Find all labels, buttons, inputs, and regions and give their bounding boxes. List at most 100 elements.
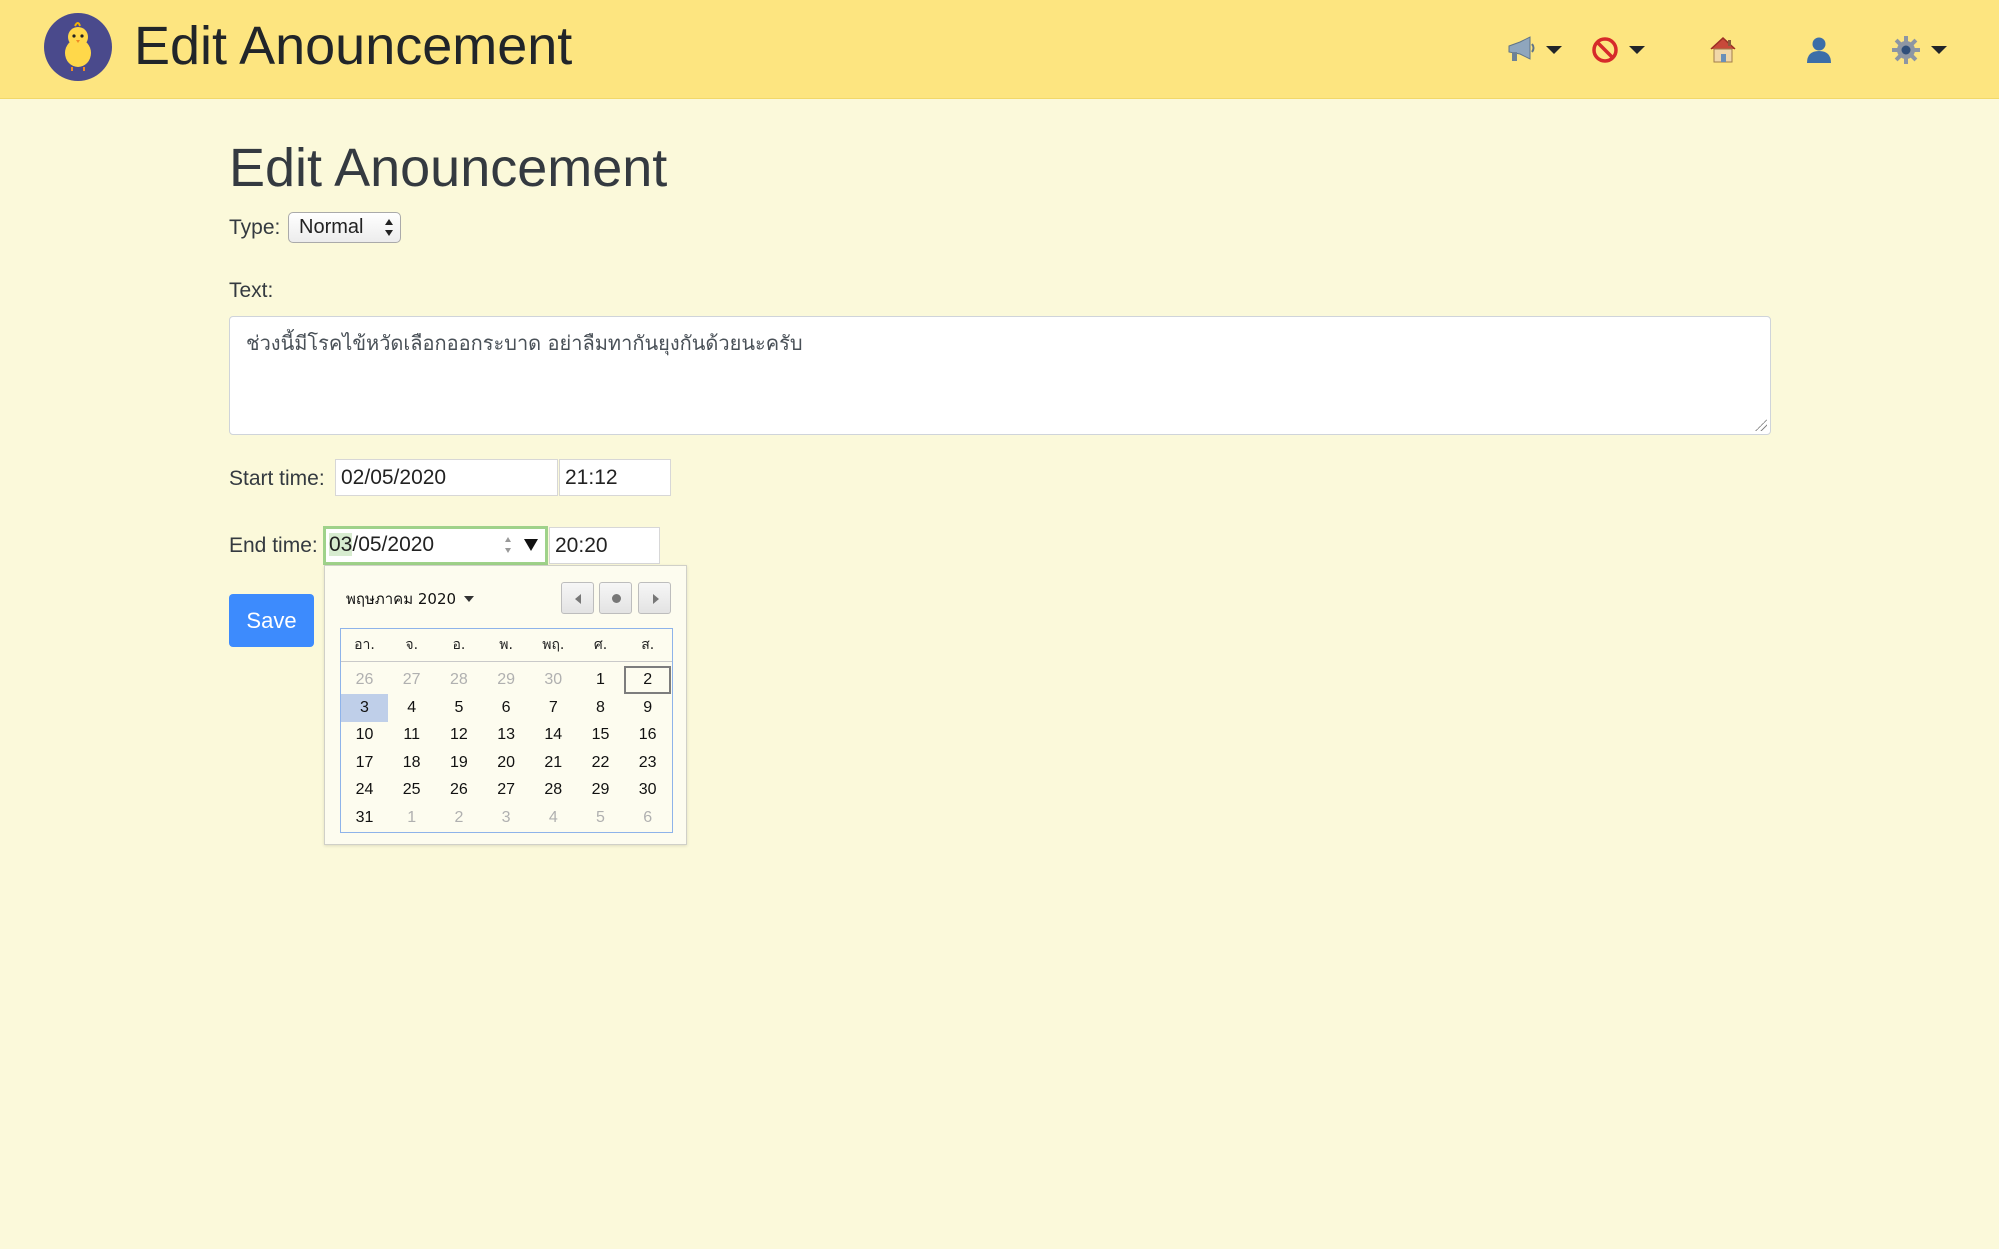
announcement-textarea[interactable]: ช่วงนี้มีโรคไข้หวัดเลือกออกระบาด อย่าลืม… <box>229 316 1771 435</box>
calendar-day[interactable]: 26 <box>341 666 388 694</box>
calendar-day-today[interactable]: 2 <box>624 666 672 694</box>
chevron-down-icon <box>1931 46 1947 54</box>
weekday-label: ศ. <box>593 637 608 653</box>
end-date-rest: /05/2020 <box>352 533 435 556</box>
calendar-day[interactable]: 16 <box>624 721 671 749</box>
weekday-header: อา. จ. อ. พ. พฤ. ศ. ส. <box>341 629 672 662</box>
start-time-value: 21:12 <box>565 466 618 489</box>
calendar-day[interactable]: 2 <box>435 804 482 832</box>
type-select[interactable]: Normal <box>288 212 401 243</box>
calendar-day[interactable]: 17 <box>341 749 388 777</box>
weekday-label: จ. <box>405 637 419 653</box>
month-year-label: พฤษภาคม 2020 <box>346 590 457 608</box>
calendar-day[interactable]: 13 <box>483 721 530 749</box>
calendar-day[interactable]: 23 <box>624 749 671 777</box>
calendar-day[interactable]: 3 <box>483 804 530 832</box>
settings-icon <box>1891 35 1921 65</box>
calendar-day[interactable]: 9 <box>624 694 671 722</box>
calendar-day[interactable]: 5 <box>435 694 482 722</box>
calendar-day[interactable]: 31 <box>341 804 388 832</box>
start-time-input[interactable]: 21:12 <box>559 459 671 496</box>
chevron-left-icon <box>575 594 581 604</box>
calendar-day[interactable]: 4 <box>388 694 435 722</box>
type-label: Type: <box>229 216 281 239</box>
next-month-button[interactable] <box>638 582 671 614</box>
calendar-day[interactable]: 28 <box>435 666 482 694</box>
settings-menu[interactable] <box>1891 30 1947 70</box>
calendar-day[interactable]: 15 <box>577 721 624 749</box>
calendar-day[interactable]: 1 <box>577 666 624 694</box>
weekday-label: พ. <box>499 637 513 653</box>
text-label: Text: <box>229 279 274 302</box>
chick-logo-icon[interactable] <box>44 13 112 81</box>
start-date-value: 02/05/2020 <box>341 466 447 489</box>
announcement-icon <box>1506 36 1536 64</box>
start-date-input[interactable]: 02/05/2020 <box>335 459 558 496</box>
calendar-day[interactable]: 5 <box>577 804 624 832</box>
dropdown-arrow-icon[interactable] <box>524 539 538 551</box>
page-title: Edit Anouncement <box>229 138 668 198</box>
calendar-day[interactable]: 30 <box>530 666 577 694</box>
calendar-day[interactable]: 12 <box>435 721 482 749</box>
calendar-day[interactable]: 6 <box>483 694 530 722</box>
calendar-day[interactable]: 30 <box>624 776 671 804</box>
calendar-day[interactable]: 10 <box>341 721 388 749</box>
calendar-day[interactable]: 19 <box>435 749 482 777</box>
month-year-selector[interactable]: พฤษภาคม 2020 <box>346 589 475 609</box>
chevron-down-icon <box>464 596 475 602</box>
calendar-day[interactable]: 1 <box>388 804 435 832</box>
calendar-day[interactable]: 18 <box>388 749 435 777</box>
calendar-day[interactable]: 14 <box>530 721 577 749</box>
calendar-day[interactable]: 28 <box>530 776 577 804</box>
date-picker-popup: พฤษภาคม 2020 อา. จ. อ. พ. พฤ. ศ. ส. 26 27 28 29 30… <box>324 565 687 845</box>
calendar-day[interactable]: 27 <box>483 776 530 804</box>
prev-month-button[interactable] <box>561 582 594 614</box>
blocked-menu[interactable] <box>1591 30 1645 70</box>
chevron-down-icon <box>1546 46 1562 54</box>
weekday-label: อา. <box>354 637 375 653</box>
profile-link[interactable] <box>1804 30 1834 70</box>
calendar-day[interactable]: 7 <box>530 694 577 722</box>
calendar-day[interactable]: 21 <box>530 749 577 777</box>
spinner-icon[interactable] <box>505 537 513 553</box>
announcement-text: ช่วงนี้มีโรคไข้หวัดเลือกออกระบาด อย่าลืม… <box>246 331 803 355</box>
end-time-input[interactable]: 20:20 <box>549 527 660 564</box>
end-time-label: End time: <box>229 534 318 557</box>
start-time-label: Start time: <box>229 467 325 490</box>
end-date-input[interactable]: 03/05/2020 <box>323 526 548 565</box>
calendar-day[interactable]: 24 <box>341 776 388 804</box>
calendar-grid: อา. จ. อ. พ. พฤ. ศ. ส. 26 27 28 29 30 1 2 3 4 5 6 7 8 9 10 11… <box>340 628 673 833</box>
calendar-day[interactable]: 20 <box>483 749 530 777</box>
calendar-day[interactable]: 8 <box>577 694 624 722</box>
chevron-down-icon <box>1629 46 1645 54</box>
resize-grip-icon[interactable] <box>1755 419 1767 431</box>
brand-title[interactable]: Edit Anouncement <box>134 14 572 78</box>
weekday-label: พฤ. <box>542 637 565 653</box>
home-icon <box>1708 35 1738 65</box>
calendar-day[interactable]: 26 <box>435 776 482 804</box>
announcement-menu[interactable] <box>1506 30 1562 70</box>
end-date-day-segment[interactable]: 03 <box>329 533 353 556</box>
chevron-right-icon <box>653 594 659 604</box>
calendar-day[interactable]: 29 <box>577 776 624 804</box>
calendar-day[interactable]: 22 <box>577 749 624 777</box>
calendar-day[interactable]: 11 <box>388 721 435 749</box>
weekday-label: อ. <box>452 637 466 653</box>
calendar-day[interactable]: 25 <box>388 776 435 804</box>
calendar-day[interactable]: 29 <box>483 666 530 694</box>
type-select-value: Normal <box>299 216 364 238</box>
dot-icon <box>612 594 621 603</box>
user-icon <box>1804 35 1834 65</box>
home-link[interactable] <box>1708 30 1738 70</box>
save-button[interactable]: Save <box>229 594 314 647</box>
top-navbar: Edit Anouncement <box>0 0 1999 99</box>
calendar-day-selected[interactable]: 3 <box>341 693 388 722</box>
weekday-label: ส. <box>641 637 655 653</box>
select-arrows-icon <box>385 219 393 236</box>
today-button[interactable] <box>599 582 632 614</box>
calendar-day[interactable]: 27 <box>388 666 435 694</box>
blocked-icon <box>1591 36 1619 64</box>
calendar-day[interactable]: 6 <box>624 804 671 832</box>
calendar-day[interactable]: 4 <box>530 804 577 832</box>
end-time-value: 20:20 <box>555 534 608 557</box>
